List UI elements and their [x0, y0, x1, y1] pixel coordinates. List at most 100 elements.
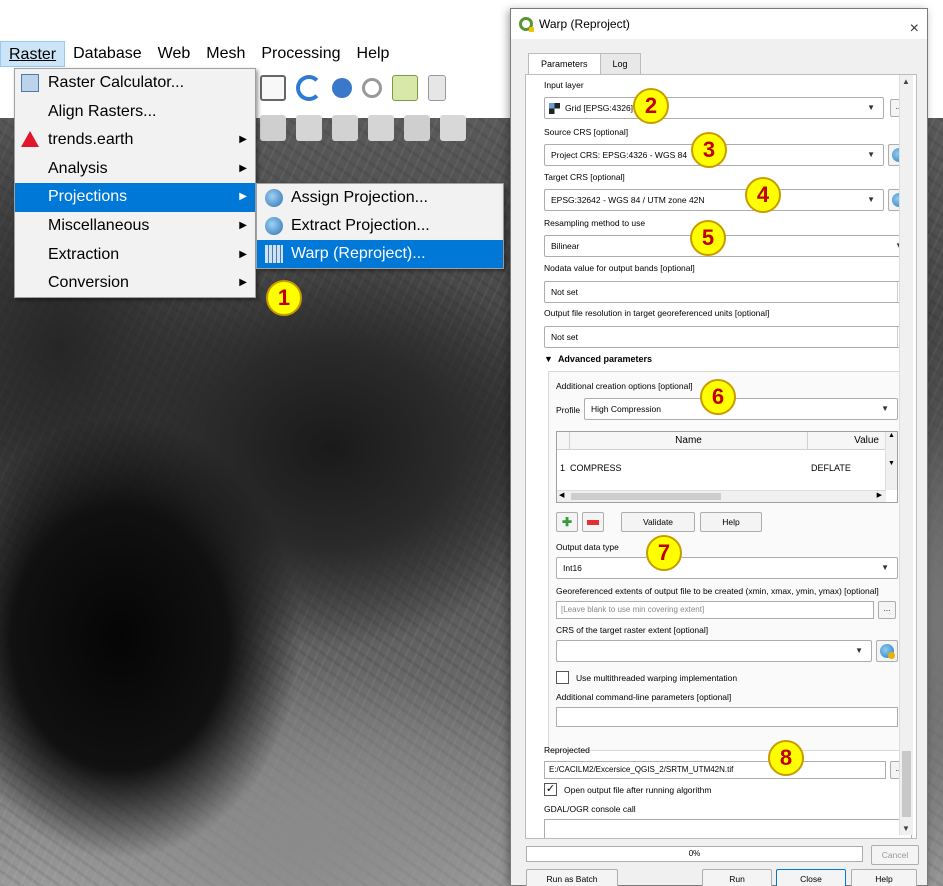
- help-button[interactable]: Help: [851, 869, 917, 886]
- profile-combo[interactable]: High Compression ▼: [584, 398, 898, 420]
- extent-browse-button[interactable]: ...: [878, 601, 896, 619]
- vector-icon[interactable]: [440, 115, 466, 141]
- output-type-combo[interactable]: Int16 ▼: [556, 557, 898, 579]
- remove-option-button[interactable]: [582, 512, 604, 532]
- zoom-icon[interactable]: [362, 78, 382, 98]
- cmdline-input[interactable]: [556, 707, 898, 727]
- tab-log[interactable]: Log: [599, 53, 641, 75]
- cancel-button[interactable]: Cancel: [871, 845, 919, 865]
- column-header-name[interactable]: Name: [569, 432, 807, 450]
- callout-6: 6: [700, 379, 736, 415]
- profile-value: High Compression: [591, 404, 661, 414]
- table-cell-name[interactable]: COMPRESS: [570, 450, 622, 486]
- open-output-label: Open output file after running algorithm: [564, 785, 712, 795]
- layout-icon[interactable]: [260, 75, 286, 101]
- split-icon[interactable]: [368, 115, 394, 141]
- table-cell-value[interactable]: DEFLATE: [811, 450, 851, 486]
- warp-grid-icon: [265, 245, 283, 263]
- output-type-label: Output data type: [556, 542, 619, 552]
- menu-item-trends-earth[interactable]: trends.earth ▶: [15, 126, 255, 155]
- source-crs-label: Source CRS [optional]: [544, 127, 629, 137]
- validate-button[interactable]: Validate: [621, 512, 695, 532]
- raster-menu-dropdown: Raster Calculator... Align Rasters... tr…: [14, 68, 256, 298]
- menu-item-assign-projection[interactable]: Assign Projection...: [257, 184, 503, 212]
- menu-item-raster-calculator[interactable]: Raster Calculator...: [15, 69, 255, 98]
- scroll-down-icon[interactable]: ▼: [902, 824, 910, 833]
- select-icon[interactable]: [392, 75, 418, 101]
- submenu-arrow-icon: ▶: [239, 162, 247, 174]
- target-crs-value: EPSG:32642 - WGS 84 / UTM zone 42N: [551, 195, 705, 205]
- menu-item-align-rasters[interactable]: Align Rasters...: [15, 98, 255, 127]
- extent-crs-combo[interactable]: ▼: [556, 640, 872, 662]
- identify-icon[interactable]: [332, 78, 352, 98]
- scroll-up-icon[interactable]: ▲: [902, 77, 910, 86]
- menu-mesh[interactable]: Mesh: [198, 41, 253, 67]
- add-option-button[interactable]: ✚: [556, 512, 578, 532]
- menu-raster[interactable]: Raster: [0, 41, 66, 67]
- main-toolbar: [252, 68, 517, 108]
- table-vscrollbar[interactable]: ▲ ▼: [885, 432, 897, 490]
- table-icon[interactable]: [428, 75, 446, 101]
- menu-item-label: Extract Projection...: [291, 217, 430, 234]
- nodata-spinbox[interactable]: Not set ▲▼: [544, 281, 912, 303]
- cmdline-label: Additional command-line parameters [opti…: [556, 692, 732, 702]
- input-layer-label: Input layer: [544, 80, 584, 90]
- column-header-value[interactable]: Value: [807, 432, 885, 450]
- menu-item-analysis[interactable]: Analysis ▶: [15, 155, 255, 184]
- minus-icon: [587, 520, 599, 526]
- close-button[interactable]: Close: [776, 869, 846, 886]
- run-button[interactable]: Run: [702, 869, 772, 886]
- main-menubar: Raster Database Web Mesh Processing Help: [0, 40, 520, 68]
- input-layer-combo[interactable]: Grid [EPSG:4326] ▼: [544, 97, 884, 119]
- tab-parameters[interactable]: Parameters: [528, 53, 601, 76]
- extent-crs-selector-button[interactable]: [876, 640, 898, 662]
- menu-item-projections[interactable]: Projections ▶: [15, 183, 255, 212]
- refresh-icon[interactable]: [296, 75, 322, 101]
- menu-item-label: Extraction: [48, 245, 120, 263]
- open-output-checkbox[interactable]: ✓: [544, 783, 557, 796]
- extent-input[interactable]: [Leave blank to use min covering extent]: [556, 601, 874, 619]
- multithread-checkbox[interactable]: [556, 671, 569, 684]
- vertex-tool-icon[interactable]: [332, 115, 358, 141]
- plus-icon: ✚: [561, 515, 573, 529]
- submenu-arrow-icon: ▶: [239, 219, 247, 231]
- menu-item-miscellaneous[interactable]: Miscellaneous ▶: [15, 212, 255, 241]
- raster-calculator-icon: [21, 74, 39, 92]
- submenu-arrow-icon: ▶: [239, 277, 247, 289]
- menu-processing[interactable]: Processing: [253, 41, 348, 67]
- console-call-output: [544, 819, 912, 838]
- reprojected-output-input[interactable]: E:/CACILM2/Excersice_QGIS_2/SRTM_UTM42N.…: [544, 761, 886, 779]
- add-feature-icon[interactable]: [296, 115, 322, 141]
- submenu-arrow-icon: ▶: [239, 134, 247, 146]
- advanced-parameters-toggle[interactable]: ▼ Advanced parameters: [544, 354, 652, 364]
- globe-icon: [265, 189, 283, 207]
- target-crs-combo[interactable]: EPSG:32642 - WGS 84 / UTM zone 42N ▼: [544, 189, 884, 211]
- edit-pencil-icon[interactable]: [260, 115, 286, 141]
- menu-database[interactable]: Database: [65, 41, 150, 67]
- table-hscrollbar[interactable]: ◀ ▶: [557, 490, 886, 502]
- dialog-tabs: Parameters Log: [528, 53, 641, 76]
- menu-item-conversion[interactable]: Conversion ▶: [15, 269, 255, 298]
- resolution-spinbox[interactable]: Not set ▲▼: [544, 326, 912, 348]
- run-batch-button[interactable]: Run as Batch Process...: [526, 869, 618, 886]
- menu-item-warp-reproject[interactable]: Warp (Reproject)...: [257, 240, 503, 268]
- merge-icon[interactable]: [404, 115, 430, 141]
- chevron-down-icon: ▼: [867, 150, 875, 159]
- menu-item-extraction[interactable]: Extraction ▶: [15, 241, 255, 270]
- profile-label: Profile: [556, 405, 581, 415]
- source-crs-value: Project CRS: EPSG:4326 - WGS 84: [551, 150, 688, 160]
- options-help-button[interactable]: Help: [700, 512, 762, 532]
- parameters-scrollbar[interactable]: ▲ ▼: [899, 75, 913, 835]
- resampling-value: Bilinear: [551, 241, 580, 251]
- scroll-thumb[interactable]: [902, 751, 911, 817]
- callout-5: 5: [690, 220, 726, 256]
- menu-item-label: Assign Projection...: [291, 189, 428, 206]
- resampling-combo[interactable]: Bilinear ▼: [544, 235, 912, 257]
- menu-help[interactable]: Help: [349, 41, 398, 67]
- chevron-down-icon: ▼: [867, 103, 875, 112]
- menu-web[interactable]: Web: [150, 41, 199, 67]
- menu-item-extract-projection[interactable]: Extract Projection...: [257, 212, 503, 240]
- close-icon[interactable]: ×: [910, 14, 919, 44]
- resolution-label: Output file resolution in target georefe…: [544, 308, 770, 318]
- chevron-down-icon: ▼: [881, 404, 889, 413]
